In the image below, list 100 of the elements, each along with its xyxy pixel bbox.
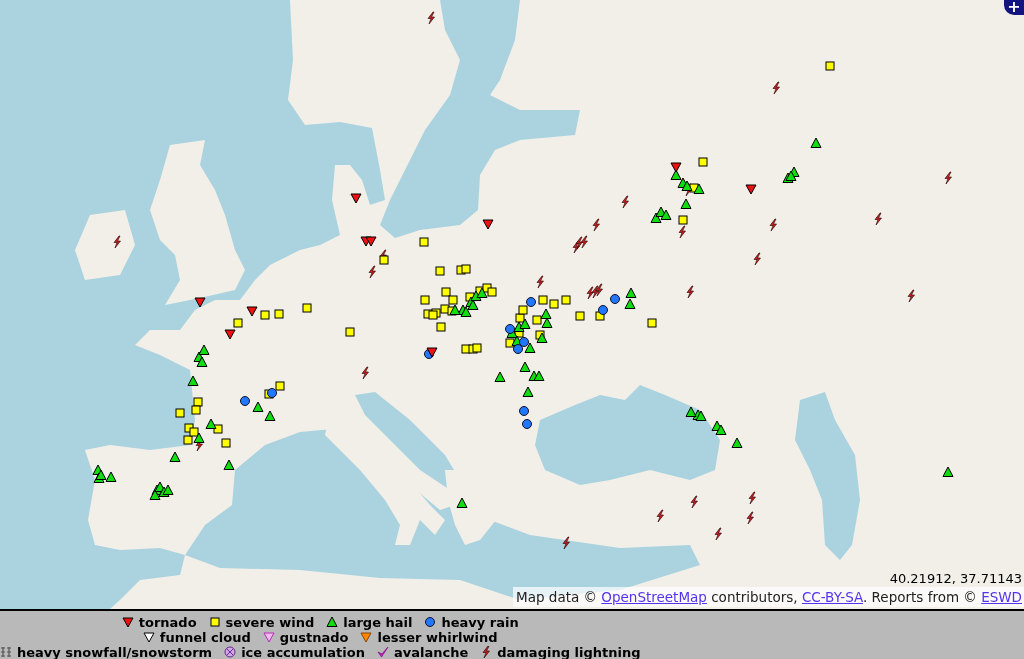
legend-label: heavy rain [441,614,519,630]
attribution-link[interactable]: CC-BY-SA [801,589,863,605]
heavy-rain-marker-icon [598,305,608,315]
zoom-in-button[interactable]: + [1004,0,1024,15]
lightning-marker-icon [944,171,952,185]
severe-wind-marker-icon [213,424,223,434]
large-hail-marker-icon [715,424,727,435]
heavy-rain-marker-icon [522,419,532,429]
large-hail-marker-icon [470,290,482,301]
tornado-marker-icon [426,347,438,358]
tornado-marker-icon [350,193,362,204]
large-hail-marker-icon [624,298,636,309]
severe-wind-marker-icon [595,311,605,321]
legend-label: gustnado [279,629,349,645]
lightning-marker-icon [656,509,664,523]
large-hail-marker-icon [810,137,822,148]
legend-label: funnel cloud [159,629,251,645]
funnel-cloud-symbol-icon [142,631,155,643]
lightning-marker-icon [746,511,754,525]
lightning-marker-icon [714,527,722,541]
large-hail-symbol-icon [326,616,339,628]
attribution-link[interactable]: OpenStreetMap [601,589,707,605]
lightning-marker-icon [686,285,694,299]
heavy-rain-marker-icon [526,297,536,307]
severe-wind-marker-icon [436,322,446,332]
large-hail-marker-icon [187,375,199,386]
large-hail-marker-icon [650,212,662,223]
heavy-rain-marker-icon [519,406,529,416]
large-hail-marker-icon [169,451,181,462]
severe-wind-marker-icon [419,237,429,247]
lightning-marker-icon [361,366,369,380]
large-hail-marker-icon [196,356,208,367]
large-hail-marker-icon [198,344,210,355]
legend-label: lesser whirlwind [377,629,498,645]
legend-label: severe wind [225,614,315,630]
lightning-marker-icon [368,265,376,279]
lightning-symbol-icon [480,646,493,658]
legend-label: avalanche [393,644,469,659]
tornado-marker-icon [670,162,682,173]
tornado-marker-icon [224,329,236,340]
cursor-coordinates: 40.21912, 37.71143 [889,571,1022,587]
legend-label: heavy snowfall/snowstorm [17,644,213,659]
lightning-marker-icon [753,252,761,266]
severe-wind-marker-icon [461,264,471,274]
large-hail-marker-icon [149,489,161,500]
lightning-marker-icon [562,536,570,550]
large-hail-marker-icon [942,466,954,477]
large-hail-marker-icon [541,317,553,328]
severe-wind-marker-icon [183,435,193,445]
tornado-symbol-icon [121,616,134,628]
tornado-marker-icon [482,219,494,230]
avalanche-symbol-icon [376,646,389,658]
large-hail-marker-icon [105,471,117,482]
lightning-marker-icon [536,275,544,289]
large-hail-marker-icon [264,410,276,421]
severe-wind-marker-icon [472,343,482,353]
large-hail-marker-icon [193,432,205,443]
severe-wind-marker-icon [561,295,571,305]
lightning-marker-icon [772,81,780,95]
large-hail-marker-icon [670,169,682,180]
severe-wind-marker-icon [191,405,201,415]
lightning-marker-icon [907,289,915,303]
large-hail-marker-icon [533,370,545,381]
severe-wind-marker-icon [698,157,708,167]
tornado-marker-icon [194,297,206,308]
severe-wind-marker-icon [487,287,497,297]
legend-label: tornado [138,614,197,630]
severe-wind-marker-icon [538,295,548,305]
severe-wind-marker-icon [302,303,312,313]
legend-label: ice accumulation [241,644,365,659]
lightning-marker-icon [113,235,121,249]
severe-wind-marker-icon [233,318,243,328]
tornado-marker-icon [745,184,757,195]
attribution-link[interactable]: ESWD [981,589,1022,605]
large-hail-marker-icon [680,198,692,209]
severe-wind-marker-icon [647,318,657,328]
severe-wind-marker-icon [193,397,203,407]
large-hail-marker-icon [625,287,637,298]
gustnado-symbol-icon [262,631,275,643]
lightning-marker-icon [874,212,882,226]
heavy-rain-marker-icon [513,344,523,354]
tornado-marker-icon [365,236,377,247]
lesser-whirlwind-symbol-icon [360,631,373,643]
heavy-rain-symbol-icon [424,616,437,628]
large-hail-marker-icon [660,209,672,220]
tornado-marker-icon [246,306,258,317]
large-hail-marker-icon [681,180,693,191]
lightning-marker-icon [678,225,686,239]
severe-wind-marker-icon [175,408,185,418]
severe-wind-marker-icon [274,309,284,319]
lightning-marker-icon [748,491,756,505]
severe-wind-marker-icon [575,311,585,321]
large-hail-marker-icon [252,401,264,412]
large-hail-marker-icon [449,304,461,315]
severe-wind-symbol-icon [208,616,221,628]
severe-wind-marker-icon [505,338,515,348]
heavy-rain-marker-icon [610,294,620,304]
snowfall-symbol-icon [0,646,12,658]
heavy-rain-marker-icon [505,324,515,334]
large-hail-marker-icon [519,318,531,329]
